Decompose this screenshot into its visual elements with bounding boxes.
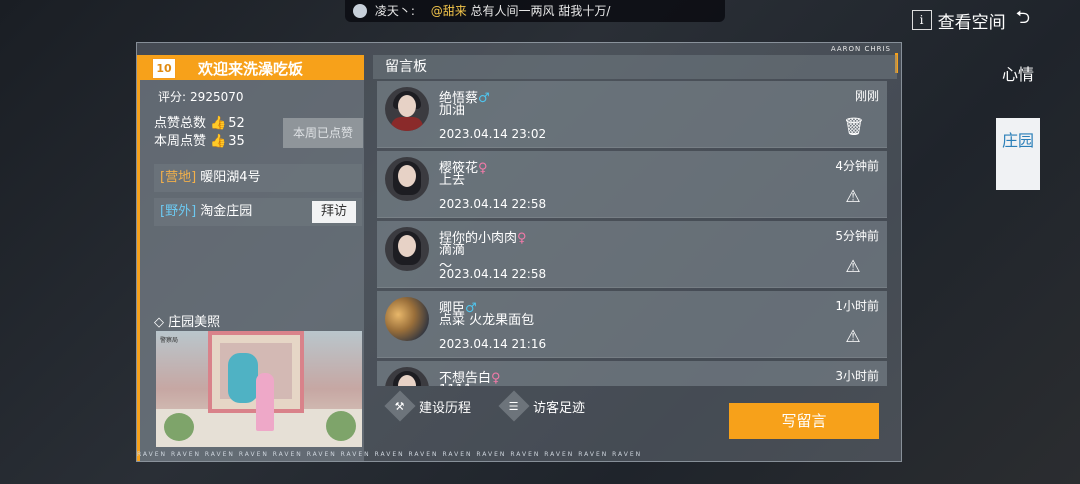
manor-photo-title: ◇ 庄园美照 — [154, 315, 221, 330]
field-tag: [野外] — [160, 204, 197, 219]
liked-this-week-button[interactable]: 本周已点赞 — [283, 118, 363, 148]
week-likes-value: 35 — [228, 134, 245, 149]
visit-button[interactable]: 拜访 — [312, 201, 356, 223]
message-date: 2023.04.14 22:58 — [439, 197, 547, 211]
message-time-ago: 1小时前 — [835, 299, 879, 313]
total-likes-label: 点赞总数 — [154, 116, 207, 131]
message-item: 樱筱花♀ 上去 2023.04.14 22:58 4分钟前 ⚠ — [377, 151, 887, 218]
camp-tag: [营地] — [160, 170, 197, 185]
announcement-marquee: 凌天丶: @甜来 总有人间一两风 甜我十万/ — [345, 0, 725, 22]
message-time-ago: 4分钟前 — [835, 159, 879, 173]
thumb-icon: 👍 — [210, 134, 227, 149]
message-item: 不想告白♀ 1111 3小时前 — [377, 361, 887, 386]
message-board-title: 留言板 — [373, 55, 897, 79]
avatar[interactable] — [385, 367, 429, 386]
calendar-icon: 10 — [152, 58, 176, 79]
photo-plant — [326, 411, 356, 441]
message-content: 上去 — [439, 173, 466, 188]
message-date: 2023.04.14 23:02 — [439, 127, 547, 141]
marquee-user: 凌天丶: — [374, 4, 415, 18]
score: 评分: 2925070 — [154, 88, 244, 105]
space-panel: AARON CHRIS 10 欢迎来洗澡吃饭 评分: 2925070 点赞总数 👍 5… — [136, 42, 902, 462]
message-item: 绝悟蔡♂ 加油 2023.04.14 23:02 刚刚 🗑 — [377, 81, 887, 148]
view-space-button[interactable]: i 查看空间 ⮌ — [911, 5, 1030, 35]
score-value: 2925070 — [190, 90, 244, 104]
info-icon[interactable]: i — [911, 10, 932, 30]
build-history-label[interactable]: 建设历程 — [419, 397, 471, 416]
camp-row[interactable]: [营地] 暖阳湖4号 — [154, 164, 362, 192]
field-row: [野外] 淘金庄园 拜访 — [154, 198, 362, 226]
title-bar: 10 欢迎来洗澡吃饭 — [140, 55, 364, 80]
message-date: 2023.04.14 22:58 — [439, 267, 547, 281]
likes-stats: 点赞总数 👍 52 本周点赞 👍 35 — [154, 115, 245, 151]
male-icon: ♂ — [478, 91, 490, 106]
message-time-ago: 5分钟前 — [835, 229, 879, 243]
message-item: 卿臣♂ 点菜 火龙果面包 2023.04.14 21:16 1小时前 ⚠ — [377, 291, 887, 358]
message-content: 1111 — [439, 383, 472, 386]
message-item: 捏你的小肉肉♀ 滴滴 ～ 2023.04.14 22:58 5分钟前 ⚠ — [377, 221, 887, 288]
bottom-ticker: RAVEN RAVEN RAVEN RAVEN RAVEN RAVEN RAVE… — [137, 451, 643, 458]
marquee-text: 总有人间一两风 甜我十万/ — [470, 4, 611, 18]
message-list[interactable]: 绝悟蔡♂ 加油 2023.04.14 23:02 刚刚 🗑 樱筱花♀ 上去 20… — [377, 81, 887, 386]
visitor-trace-label[interactable]: 访客足迹 — [533, 397, 585, 416]
space-title: 欢迎来洗澡吃饭 — [198, 60, 304, 78]
thumb-icon: 👍 — [210, 116, 227, 131]
marquee-mention: @甜来 — [430, 4, 467, 18]
female-icon: ♀ — [478, 161, 488, 176]
marquee-avatar — [353, 3, 367, 18]
photo-decoration — [228, 353, 258, 403]
message-content: 点菜 火龙果面包 — [439, 313, 535, 328]
female-icon: ♀ — [517, 231, 527, 246]
avatar[interactable] — [385, 87, 429, 131]
avatar[interactable] — [385, 227, 429, 271]
back-arrow-icon[interactable]: ⮌ — [1016, 5, 1030, 35]
score-label: 评分: — [158, 90, 187, 104]
message-date: 2023.04.14 21:16 — [439, 337, 547, 351]
photo-plant — [164, 413, 194, 441]
manor-info-column: 10 欢迎来洗澡吃饭 评分: 2925070 点赞总数 👍 52 本周点赞 👍 35 本周… — [137, 55, 364, 461]
avatar[interactable] — [385, 157, 429, 201]
week-likes-label: 本周点赞 — [154, 134, 207, 149]
panel-top-label: AARON CHRIS — [830, 45, 891, 53]
field-name: 淘金庄园 — [200, 204, 253, 219]
report-icon[interactable]: ⚠ — [843, 187, 863, 207]
total-likes-value: 52 — [228, 116, 245, 131]
write-message-button[interactable]: 写留言 — [729, 403, 879, 439]
camp-name: 暖阳湖4号 — [200, 170, 261, 185]
tab-manor[interactable]: 庄园 — [996, 118, 1040, 190]
message-time-ago: 3小时前 — [835, 369, 879, 383]
message-time-ago: 刚刚 — [854, 89, 879, 103]
hammer-icon: ⚒ — [384, 390, 416, 422]
photo-sign: 警察局 — [160, 337, 179, 344]
photo-character — [256, 373, 274, 431]
notepad-icon: ☰ — [498, 390, 530, 422]
report-icon[interactable]: ⚠ — [843, 327, 863, 347]
message-content: 加油 — [439, 103, 466, 118]
manor-photo[interactable]: 警察局 — [156, 331, 362, 447]
visitor-trace-button[interactable]: ☰ 访客足迹 — [498, 390, 585, 422]
avatar[interactable] — [385, 297, 429, 341]
report-icon[interactable]: ⚠ — [843, 257, 863, 277]
tab-mood[interactable]: 心情 — [996, 52, 1040, 98]
view-space-label[interactable]: 查看空间 — [938, 8, 1006, 33]
female-icon: ♀ — [491, 371, 501, 386]
build-history-button[interactable]: ⚒ 建设历程 — [384, 390, 471, 422]
delete-icon[interactable]: 🗑 — [843, 117, 865, 137]
